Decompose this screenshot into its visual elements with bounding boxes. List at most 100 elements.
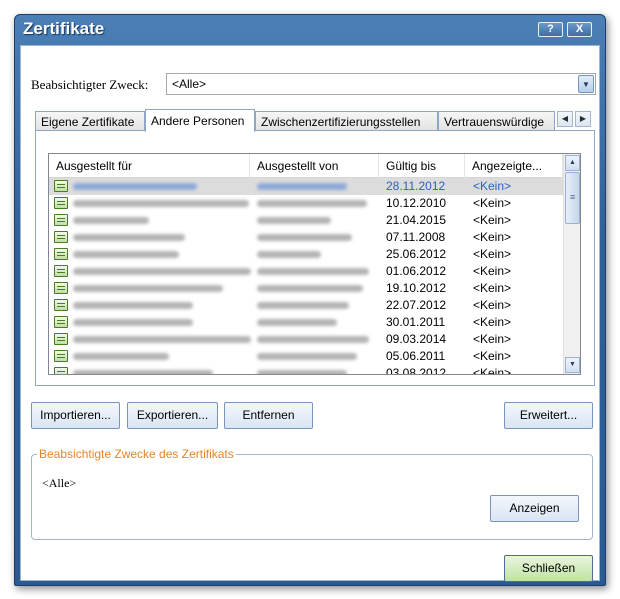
friendly-name-cell: <Kein> bbox=[473, 196, 512, 210]
friendly-name-cell: <Kein> bbox=[473, 298, 512, 312]
valid-until-cell: 07.11.2008 bbox=[386, 230, 446, 244]
redacted-issued-by bbox=[257, 251, 321, 258]
tab-trusted-root[interactable]: Vertrauenswürdige bbox=[438, 111, 555, 131]
certificate-icon bbox=[54, 197, 68, 209]
redacted-issued-to bbox=[73, 268, 251, 275]
table-row[interactable]: 10.12.2010 <Kein> bbox=[49, 195, 563, 212]
valid-until-cell: 22.07.2012 bbox=[386, 298, 447, 312]
valid-until-cell: 21.04.2015 bbox=[386, 213, 447, 227]
redacted-issued-by bbox=[257, 370, 347, 374]
column-friendly-name[interactable]: Angezeigte... bbox=[465, 154, 563, 178]
tab-strip: Eigene Zertifikate Andere Personen Zwisc… bbox=[35, 109, 595, 132]
dialog-body: Beabsichtigter Zweck: <Alle> ▼ Eigene Ze… bbox=[20, 45, 600, 582]
friendly-name-cell: <Kein> bbox=[473, 213, 512, 227]
friendly-name-cell: <Kein> bbox=[473, 179, 512, 193]
chevron-down-icon[interactable]: ▼ bbox=[578, 75, 594, 93]
redacted-issued-to bbox=[73, 217, 149, 224]
table-row[interactable]: 05.06.2011 <Kein> bbox=[49, 348, 563, 365]
redacted-issued-by bbox=[257, 268, 369, 275]
tab-other-people[interactable]: Andere Personen bbox=[145, 109, 255, 132]
redacted-issued-to bbox=[73, 336, 251, 343]
valid-until-cell: 01.06.2012 bbox=[386, 264, 447, 278]
table-row[interactable]: 22.07.2012 <Kein> bbox=[49, 297, 563, 314]
certificate-icon bbox=[54, 180, 68, 192]
redacted-issued-to bbox=[73, 234, 185, 241]
grip-icon: ≡ bbox=[570, 192, 576, 202]
certificate-icon bbox=[54, 248, 68, 260]
table-row[interactable]: 28.11.2012 <Kein> bbox=[49, 178, 563, 195]
redacted-issued-to bbox=[73, 200, 249, 207]
column-valid-until[interactable]: Gültig bis bbox=[379, 154, 465, 178]
redacted-issued-by bbox=[257, 319, 337, 326]
redacted-issued-by bbox=[257, 285, 363, 292]
column-issued-to[interactable]: Ausgestellt für bbox=[49, 154, 250, 178]
valid-until-cell: 05.06.2011 bbox=[386, 349, 446, 363]
certificate-icon bbox=[54, 299, 68, 311]
valid-until-cell: 03.08.2012 bbox=[386, 366, 447, 375]
table-row[interactable]: 03.08.2012 <Kein> bbox=[49, 365, 563, 375]
list-header: Ausgestellt für Ausgestellt von Gültig b… bbox=[49, 154, 563, 178]
table-row[interactable]: 25.06.2012 <Kein> bbox=[49, 246, 563, 263]
tab-own-certificates[interactable]: Eigene Zertifikate bbox=[35, 111, 145, 131]
scroll-down-icon[interactable]: ▼ bbox=[565, 357, 580, 373]
redacted-issued-to bbox=[73, 285, 223, 292]
table-row[interactable]: 21.04.2015 <Kein> bbox=[49, 212, 563, 229]
scroll-up-icon[interactable]: ▲ bbox=[565, 155, 580, 171]
help-button[interactable]: ? bbox=[538, 22, 563, 37]
close-icon[interactable]: X bbox=[567, 22, 592, 37]
tab-intermediate-cas[interactable]: Zwischenzertifizierungsstellen bbox=[255, 111, 438, 131]
window-title: Zertifikate bbox=[23, 19, 105, 38]
friendly-name-cell: <Kein> bbox=[473, 230, 512, 244]
friendly-name-cell: <Kein> bbox=[473, 247, 512, 261]
redacted-issued-by bbox=[257, 353, 357, 360]
friendly-name-cell: <Kein> bbox=[473, 264, 512, 278]
redacted-issued-to bbox=[73, 302, 193, 309]
table-row[interactable]: 09.03.2014 <Kein> bbox=[49, 331, 563, 348]
certificate-icon bbox=[54, 350, 68, 362]
remove-button[interactable]: Entfernen bbox=[224, 402, 313, 429]
chevron-left-icon[interactable]: ◀ bbox=[557, 111, 573, 127]
export-button[interactable]: Exportieren... bbox=[127, 402, 218, 429]
purpose-combobox[interactable]: <Alle> ▼ bbox=[166, 73, 596, 95]
certificate-icon bbox=[54, 265, 68, 277]
purpose-label: Beabsichtigter Zweck: bbox=[31, 78, 149, 92]
certificate-icon bbox=[54, 367, 68, 374]
column-issued-by[interactable]: Ausgestellt von bbox=[250, 154, 379, 178]
friendly-name-cell: <Kein> bbox=[473, 349, 512, 363]
redacted-issued-by bbox=[257, 302, 349, 309]
friendly-name-cell: <Kein> bbox=[473, 315, 512, 329]
chevron-right-icon[interactable]: ▶ bbox=[575, 111, 591, 127]
redacted-issued-by bbox=[257, 217, 331, 224]
redacted-issued-to bbox=[73, 251, 179, 258]
certificate-list[interactable]: Ausgestellt für Ausgestellt von Gültig b… bbox=[48, 153, 581, 375]
table-row[interactable]: 07.11.2008 <Kein> bbox=[49, 229, 563, 246]
certificate-icon bbox=[54, 231, 68, 243]
valid-until-cell: 10.12.2010 bbox=[386, 196, 447, 210]
table-row[interactable]: 30.01.2011 <Kein> bbox=[49, 314, 563, 331]
tab-panel: Ausgestellt für Ausgestellt von Gültig b… bbox=[35, 130, 595, 386]
table-row[interactable]: 19.10.2012 <Kein> bbox=[49, 280, 563, 297]
redacted-issued-to bbox=[73, 353, 169, 360]
scrollbar-thumb[interactable]: ≡ bbox=[565, 172, 580, 224]
view-button[interactable]: Anzeigen bbox=[490, 495, 579, 522]
redacted-issued-to bbox=[73, 319, 193, 326]
title-bar[interactable]: Zertifikate ? X bbox=[15, 15, 605, 45]
redacted-issued-by bbox=[257, 336, 369, 343]
friendly-name-cell: <Kein> bbox=[473, 281, 512, 295]
purpose-selected-value: <Alle> bbox=[172, 77, 207, 91]
list-rows: 28.11.2012 <Kein> 10.12.2010 <Kein> 21.0… bbox=[49, 178, 563, 375]
import-button[interactable]: Importieren... bbox=[31, 402, 120, 429]
certificate-icon bbox=[54, 333, 68, 345]
advanced-button[interactable]: Erweitert... bbox=[504, 402, 593, 429]
list-scrollbar[interactable]: ▲ ≡ ▼ bbox=[563, 154, 580, 374]
valid-until-cell: 19.10.2012 bbox=[386, 281, 447, 295]
close-button[interactable]: Schließen bbox=[504, 555, 593, 582]
certificate-icon bbox=[54, 316, 68, 328]
friendly-name-cell: <Kein> bbox=[473, 332, 512, 346]
valid-until-cell: 30.01.2011 bbox=[386, 315, 446, 329]
intended-purposes-group: Beabsichtigte Zwecke des Zertifikats <Al… bbox=[31, 447, 593, 540]
valid-until-cell: 09.03.2014 bbox=[386, 332, 447, 346]
redacted-issued-to bbox=[73, 370, 213, 374]
redacted-issued-to bbox=[73, 183, 197, 190]
table-row[interactable]: 01.06.2012 <Kein> bbox=[49, 263, 563, 280]
